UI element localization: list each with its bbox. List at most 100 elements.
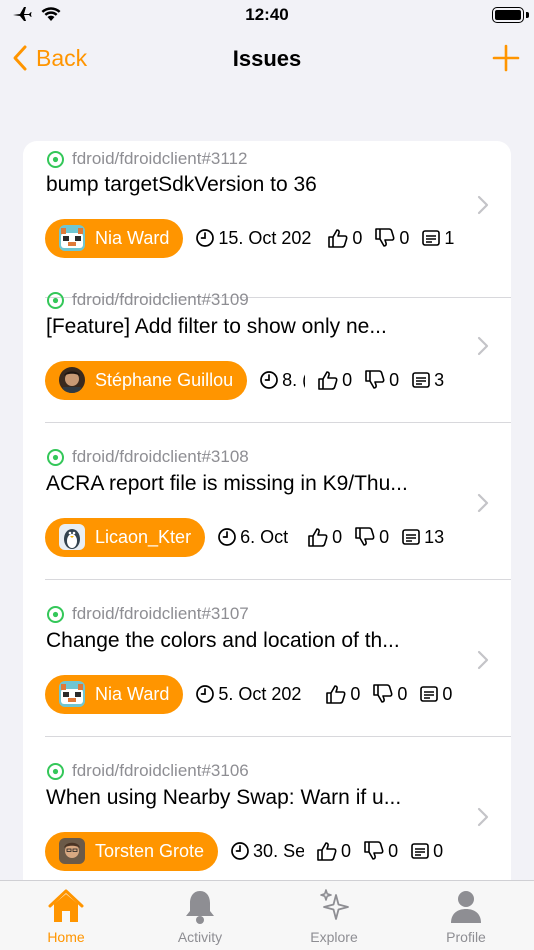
author-name: Licaon_Kter	[95, 526, 192, 547]
clock-icon	[218, 528, 236, 546]
battery-icon	[492, 7, 524, 23]
issue-date-label: 15. Oct 202	[218, 227, 312, 248]
sparkles-icon	[320, 889, 349, 920]
likes-label: 0	[341, 840, 352, 861]
add-issue-button[interactable]	[492, 44, 520, 77]
issue-meta: Licaon_Kter 6. Oct 0 0 13	[45, 517, 463, 557]
author-name: Nia Ward	[95, 227, 170, 248]
person-icon	[451, 891, 481, 923]
author-badge[interactable]: Licaon_Kter	[45, 517, 206, 557]
thumbs-down-icon	[365, 370, 385, 389]
issue-date: 6. Oct	[217, 527, 295, 548]
issue-meta: Torsten Grote 30. Se 0 0 0	[45, 831, 463, 871]
dislikes-label: 0	[399, 227, 410, 248]
author-badge[interactable]: Nia Ward	[45, 218, 184, 258]
comments-label: 0	[433, 840, 444, 861]
author-name: Nia Ward	[95, 683, 170, 704]
issue-repo-label: fdroid/fdroidclient#3109	[72, 290, 249, 309]
issue-meta: Nia Ward 15. Oct 202 0 0 1	[45, 218, 463, 258]
issue-row[interactable]: fdroid/fdroidclient#3108 ACRA report fil…	[23, 423, 511, 580]
issue-repo: fdroid/fdroidclient#3107	[46, 604, 249, 624]
dislikes-label: 0	[388, 840, 399, 861]
tab-explore-label: Explore	[310, 929, 358, 945]
issue-repo: fdroid/fdroidclient#3109	[46, 290, 249, 310]
likes-label: 0	[350, 683, 361, 704]
clock-icon	[231, 842, 249, 860]
dislikes-label: 0	[397, 683, 408, 704]
tab-home[interactable]: Home	[16, 887, 116, 945]
issue-title: When using Nearby Swap: Warn if u...	[46, 786, 402, 809]
comments-label: 1	[444, 227, 455, 248]
issue-date: 5. Oct 202	[195, 684, 313, 705]
thumbs-up-icon	[326, 685, 346, 704]
likes-count: 0	[327, 227, 362, 249]
dislikes-label: 0	[379, 526, 390, 547]
tab-activity[interactable]: Activity	[150, 887, 250, 945]
thumbs-down-icon	[364, 841, 384, 860]
comments-icon	[411, 843, 429, 859]
issue-list: fdroid/fdroidclient#3112 bump targetSdkV…	[23, 141, 511, 901]
issue-row[interactable]: fdroid/fdroidclient#3106 When using Near…	[23, 737, 511, 894]
open-issue-icon	[47, 448, 64, 466]
likes-label: 0	[332, 526, 343, 547]
comments-count: 0	[419, 684, 452, 705]
clock-icon	[196, 685, 215, 703]
issue-date-label: 8. (	[282, 369, 305, 390]
issue-title: Change the colors and location of th...	[46, 629, 400, 652]
thumbs-up-icon	[318, 371, 338, 390]
likes-label: 0	[342, 369, 353, 390]
tiger-avatar	[59, 225, 85, 251]
issue-repo-label: fdroid/fdroidclient#3112	[72, 149, 248, 168]
dislikes-count: 0	[354, 526, 389, 548]
dislikes-count: 0	[372, 683, 407, 705]
comments-count: 3	[411, 370, 444, 391]
issue-date: 30. Se	[230, 841, 304, 862]
issue-date: 8. (	[259, 370, 305, 391]
clock-icon	[260, 371, 278, 389]
issue-row[interactable]: fdroid/fdroidclient#3107 Change the colo…	[23, 580, 511, 737]
open-issue-icon	[47, 150, 64, 168]
author-badge[interactable]: Stéphane Guillou	[45, 360, 248, 400]
comments-icon	[402, 529, 420, 545]
author-badge[interactable]: Nia Ward	[45, 674, 184, 714]
issue-date-label: 5. Oct 202	[218, 683, 302, 704]
navigation-bar: Back Issues	[0, 36, 534, 84]
battery-tip	[526, 12, 529, 18]
likes-count: 0	[325, 683, 360, 705]
tab-explore[interactable]: Explore	[284, 887, 384, 945]
thumbs-up-icon	[308, 528, 328, 547]
chevron-right-icon	[477, 336, 489, 356]
issue-repo: fdroid/fdroidclient#3112	[46, 149, 247, 169]
issue-title: [Feature] Add filter to show only ne...	[46, 315, 387, 338]
clock-icon	[196, 229, 215, 247]
comments-icon	[422, 230, 441, 246]
comments-count: 0	[410, 841, 443, 862]
comments-label: 0	[442, 683, 453, 704]
likes-count: 0	[317, 369, 352, 391]
thumbs-up-icon	[317, 842, 337, 861]
open-issue-icon	[47, 291, 64, 309]
thumbs-down-icon	[373, 684, 393, 703]
author-name: Torsten Grote	[95, 840, 205, 861]
issue-repo-label: fdroid/fdroidclient#3106	[72, 761, 249, 780]
bell-icon	[186, 891, 214, 924]
plus-icon	[492, 44, 520, 72]
issue-repo: fdroid/fdroidclient#3108	[46, 447, 249, 467]
tab-profile[interactable]: Profile	[416, 887, 516, 945]
author-badge[interactable]: Torsten Grote	[45, 831, 219, 871]
author-name: Stéphane Guillou	[95, 369, 234, 390]
issue-row[interactable]: fdroid/fdroidclient#3109 [Feature] Add f…	[23, 266, 511, 423]
issue-repo-label: fdroid/fdroidclient#3107	[72, 604, 249, 623]
tab-profile-label: Profile	[446, 929, 486, 945]
chevron-right-icon	[477, 493, 489, 513]
tiger-avatar	[59, 681, 85, 707]
issue-date-label: 30. Se	[253, 840, 305, 861]
dislikes-count: 0	[364, 369, 399, 391]
house-icon	[48, 889, 84, 922]
comments-label: 3	[434, 369, 445, 390]
issue-title: ACRA report file is missing in K9/Thu...	[46, 472, 408, 495]
tab-activity-label: Activity	[177, 929, 223, 945]
page-title: Issues	[232, 46, 302, 71]
chevron-right-icon	[477, 807, 489, 827]
issue-meta: Stéphane Guillou 8. ( 0 0 3	[45, 360, 463, 400]
